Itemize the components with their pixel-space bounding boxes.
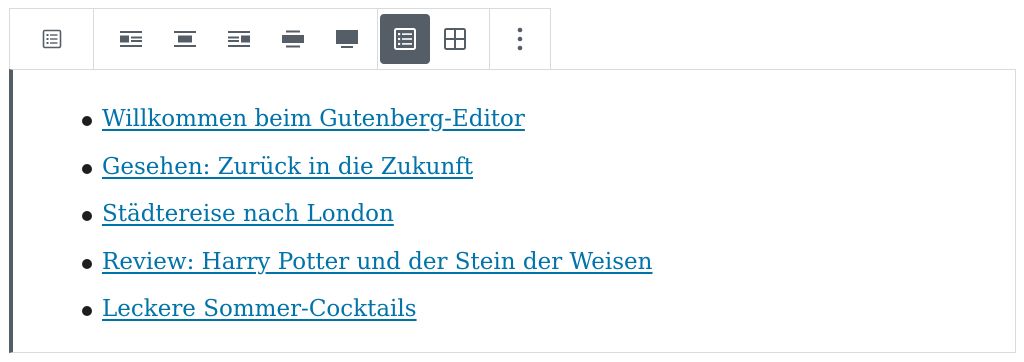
alignment-group (94, 9, 378, 69)
more-group (490, 9, 550, 69)
list-view-button[interactable] (380, 14, 430, 64)
more-options-button[interactable] (495, 14, 545, 64)
align-right-icon (228, 31, 250, 47)
bullet (82, 211, 92, 221)
post-link[interactable]: Gesehen: Zurück in die Zukunft (102, 154, 473, 180)
list-item: Gesehen: Zurück in die Zukunft (71, 144, 652, 192)
list-view-icon (394, 28, 416, 50)
bullet (82, 258, 92, 269)
list-icon (42, 29, 61, 49)
latest-posts-list: Willkommen beim Gutenberg-Editor Gesehen… (71, 96, 652, 334)
post-link[interactable]: Review: Harry Potter und der Stein der W… (102, 249, 652, 275)
bullet (82, 163, 92, 174)
list-item: Willkommen beim Gutenberg-Editor (71, 96, 652, 144)
align-left-icon (120, 31, 142, 47)
grid-view-button[interactable] (430, 14, 480, 64)
align-wide-button[interactable] (266, 14, 320, 64)
post-link[interactable]: Willkommen beim Gutenberg-Editor (102, 106, 525, 132)
align-right-button[interactable] (212, 14, 266, 64)
list-item: Städtereise nach London (71, 191, 652, 239)
block-type-button[interactable] (27, 14, 77, 64)
bullet (82, 116, 92, 126)
more-vertical-icon (517, 27, 523, 51)
list-item: Leckere Sommer-Cocktails (71, 286, 652, 334)
align-center-button[interactable] (158, 14, 212, 64)
latest-posts-block[interactable]: Willkommen beim Gutenberg-Editor Gesehen… (9, 69, 1016, 353)
list-item: Review: Harry Potter und der Stein der W… (71, 239, 652, 287)
align-left-button[interactable] (104, 14, 158, 64)
view-group (378, 9, 490, 69)
bullet (82, 306, 92, 316)
block-type-group (10, 9, 94, 69)
block-toolbar (9, 8, 551, 70)
align-wide-icon (282, 30, 304, 48)
align-full-button[interactable] (320, 14, 374, 64)
align-center-icon (174, 31, 196, 47)
post-link[interactable]: Leckere Sommer-Cocktails (102, 296, 417, 322)
align-full-icon (336, 30, 358, 48)
grid-view-icon (444, 28, 466, 50)
post-link[interactable]: Städtereise nach London (102, 201, 394, 227)
